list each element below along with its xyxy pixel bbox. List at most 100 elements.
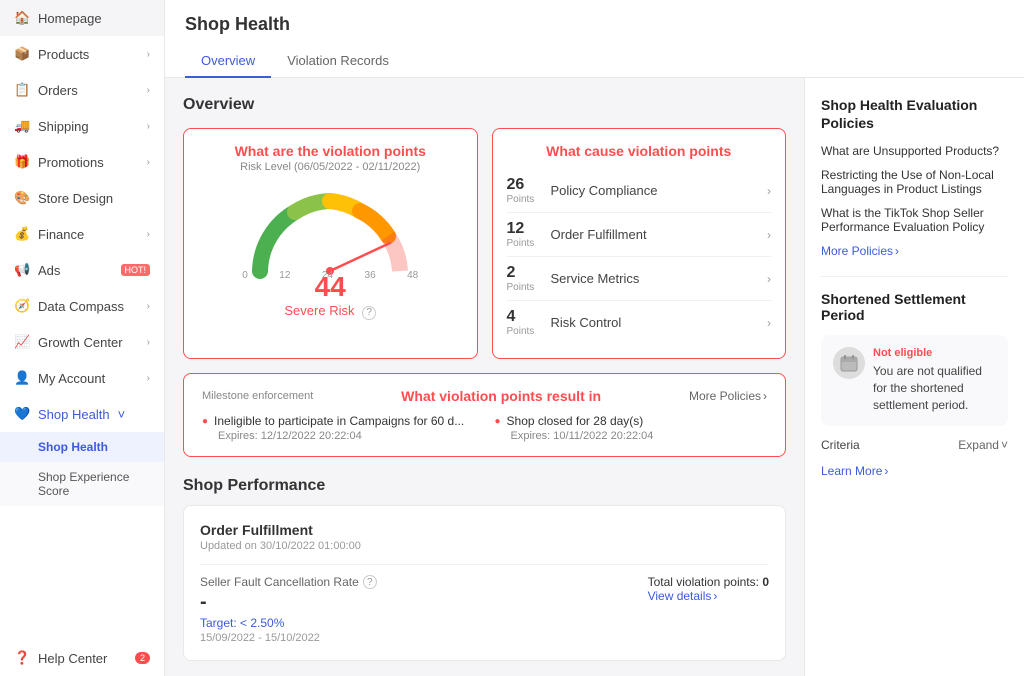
cause-row-risk[interactable]: 4 Points Risk Control › [507, 301, 772, 344]
sidebar-item-label: Ads [38, 263, 111, 278]
perf-metric-right: Total violation points: 0 View details › [648, 575, 769, 603]
criteria-label: Criteria [821, 438, 860, 452]
sidebar-item-label: Shop Health [38, 407, 110, 422]
chevron-down-icon: › [147, 301, 150, 312]
chevron-right-icon: › [767, 272, 771, 286]
sidebar-item-shipping[interactable]: 🚚 Shipping › [0, 108, 164, 144]
main-content-area: Shop Health Overview Violation Records O… [165, 0, 1024, 676]
sidebar-item-growth-center[interactable]: 📈 Growth Center › [0, 324, 164, 360]
metric-date: 15/09/2022 - 15/10/2022 [200, 632, 377, 644]
chevron-right-icon: › [767, 184, 771, 198]
cause-row-service[interactable]: 2 Points Service Metrics › [507, 257, 772, 301]
sidebar-item-ads[interactable]: 📢 Ads HOT! [0, 252, 164, 288]
sidebar-item-label: Products [38, 47, 139, 62]
sidebar-item-label: Finance [38, 227, 139, 242]
cause-row-fulfillment[interactable]: 12 Points Order Fulfillment › [507, 213, 772, 257]
chevron-down-icon: › [147, 337, 150, 348]
tick-12: 12 [279, 270, 290, 281]
sidebar-item-promotions[interactable]: 🎁 Promotions › [0, 144, 164, 180]
chevron-right-icon: › [713, 589, 717, 603]
metric-name: Seller Fault Cancellation Rate ? [200, 575, 377, 589]
home-icon: 🏠 [14, 10, 30, 26]
cause-points-service: 2 Points [507, 264, 543, 293]
sidebar-item-products[interactable]: 📦 Products › [0, 36, 164, 72]
finance-icon: 💰 [14, 226, 30, 242]
chevron-down-icon: › [147, 49, 150, 60]
sidebar-item-homepage[interactable]: 🏠 Homepage [0, 0, 164, 36]
store-design-icon: 🎨 [14, 190, 30, 206]
sidebar-item-orders[interactable]: 📋 Orders › [0, 72, 164, 108]
sidebar-item-data-compass[interactable]: 🧭 Data Compass › [0, 288, 164, 324]
metric-help-icon[interactable]: ? [363, 575, 377, 589]
chevron-down-icon: › [147, 229, 150, 240]
learn-more-link[interactable]: Learn More › [821, 464, 1008, 478]
sidebar-sub-item-shop-health[interactable]: Shop Health [0, 432, 164, 462]
policy-link-1[interactable]: Restricting the Use of Non-Local Languag… [821, 168, 1008, 196]
perf-metric-left: Seller Fault Cancellation Rate ? - Targe… [200, 575, 377, 644]
promotions-icon: 🎁 [14, 154, 30, 170]
cause-points-policy: 26 Points [507, 176, 543, 205]
cause-points-fulfillment: 12 Points [507, 220, 543, 249]
milestone-header: Milestone enforcement What violation poi… [202, 388, 767, 404]
tab-violation-records[interactable]: Violation Records [271, 45, 405, 78]
view-details-link[interactable]: View details › [648, 589, 769, 603]
tab-overview[interactable]: Overview [185, 45, 271, 78]
sidebar-item-store-design[interactable]: 🎨 Store Design [0, 180, 164, 216]
sidebar-item-label: Help Center [38, 651, 125, 666]
milestone-text-0: Ineligible to participate in Campaigns f… [214, 414, 464, 428]
page-title: Shop Health [185, 14, 1004, 35]
settlement-description: You are not qualified for the shortened … [873, 363, 996, 413]
milestone-card: Milestone enforcement What violation poi… [183, 373, 786, 457]
total-violation-label: Total violation points: 0 [648, 575, 769, 589]
chevron-right-icon: › [767, 228, 771, 242]
sidebar-item-label: My Account [38, 371, 139, 386]
gauge-severity: Severe Risk ? [240, 303, 420, 320]
chevron-right-icon: › [884, 464, 888, 478]
metric-target: Target: < 2.50% [200, 616, 377, 630]
cause-points-risk: 4 Points [507, 308, 543, 337]
chevron-down-icon: › [147, 373, 150, 384]
products-icon: 📦 [14, 46, 30, 62]
shop-performance-title: Shop Performance [183, 477, 786, 495]
ads-icon: 📢 [14, 262, 30, 278]
overview-cards-grid: What are the violation points Risk Level… [183, 128, 786, 359]
not-eligible-label: Not eligible [873, 347, 996, 359]
gauge-chart: 0 12 24 36 48 44 Severe Risk ? [240, 181, 420, 320]
policy-link-0[interactable]: What are Unsupported Products? [821, 144, 1008, 158]
milestone-items: ● Ineligible to participate in Campaigns… [202, 414, 767, 442]
cause-card-title: What cause violation points [507, 143, 772, 159]
violation-cause-card: What cause violation points 26 Points Po… [492, 128, 787, 359]
perf-metric-row: Seller Fault Cancellation Rate ? - Targe… [200, 564, 769, 644]
order-fulfillment-updated: Updated on 30/10/2022 01:00:00 [200, 540, 769, 552]
more-policies-link[interactable]: More Policies › [689, 389, 767, 403]
more-policies-right-link[interactable]: More Policies › [821, 244, 1008, 258]
tick-36: 36 [365, 270, 376, 281]
milestone-bullet-1: ● Shop closed for 28 day(s) [495, 414, 768, 428]
shop-health-submenu: Shop Health Shop Experience Score [0, 432, 164, 506]
settlement-title: Shortened Settlement Period [821, 291, 1008, 323]
sidebar-item-help-center[interactable]: ❓ Help Center 2 [0, 640, 164, 676]
calendar-icon [839, 353, 859, 373]
chevron-down-icon: ˅ [118, 407, 126, 422]
expand-button[interactable]: Expand ˅ [958, 438, 1008, 452]
metric-dash: - [200, 591, 377, 614]
risk-level-label: Risk Level (06/05/2022 - 02/11/2022) [198, 161, 463, 173]
sidebar: 🏠 Homepage 📦 Products › 📋 Orders › 🚚 Shi… [0, 0, 165, 676]
sidebar-item-shop-health[interactable]: 💙 Shop Health ˅ [0, 396, 164, 432]
sidebar-item-my-account[interactable]: 👤 My Account › [0, 360, 164, 396]
evaluation-policies-title: Shop Health Evaluation Policies [821, 96, 1008, 132]
milestone-expiry-0: Expires: 12/12/2022 20:22:04 [218, 430, 475, 442]
milestone-item-1: ● Shop closed for 28 day(s) Expires: 10/… [495, 414, 768, 442]
chevron-right-icon: › [895, 244, 899, 258]
sidebar-item-finance[interactable]: 💰 Finance › [0, 216, 164, 252]
cause-row-policy[interactable]: 26 Points Policy Compliance › [507, 169, 772, 213]
bullet-icon: ● [202, 416, 208, 427]
settlement-icon [833, 347, 865, 379]
chevron-down-icon: › [147, 157, 150, 168]
policy-link-2[interactable]: What is the TikTok Shop Seller Performan… [821, 206, 1008, 234]
shipping-icon: 🚚 [14, 118, 30, 134]
sidebar-sub-item-shop-experience-score[interactable]: Shop Experience Score [0, 462, 164, 506]
sidebar-item-label: Data Compass [38, 299, 139, 314]
severity-help-icon[interactable]: ? [362, 306, 376, 320]
sidebar-item-label: Growth Center [38, 335, 139, 350]
